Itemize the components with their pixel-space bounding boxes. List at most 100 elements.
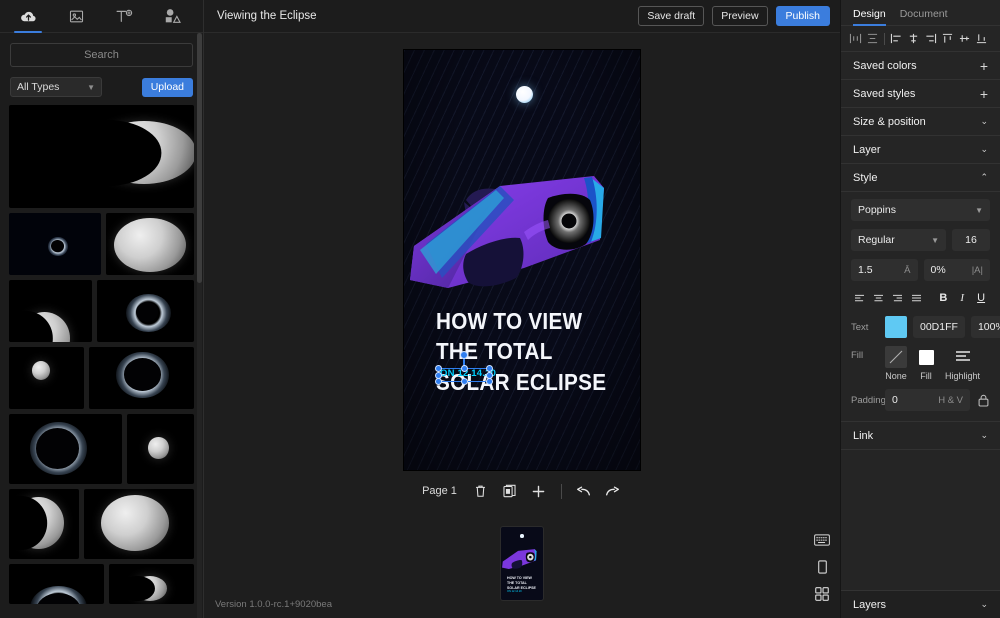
align-bottom-icon[interactable] — [974, 30, 989, 47]
align-left-icon[interactable] — [889, 30, 904, 47]
align-divider — [884, 33, 885, 45]
font-size-input[interactable]: 16 — [952, 229, 990, 251]
preview-button[interactable]: Preview — [712, 6, 767, 26]
text-align-justify-button[interactable] — [908, 289, 926, 307]
media-thumb[interactable] — [97, 280, 194, 342]
line-height-value: 1.5 — [858, 264, 873, 276]
rotate-handle[interactable] — [460, 351, 468, 359]
fill-option-highlight[interactable]: Highlight — [945, 346, 980, 381]
distribute-vertical-icon[interactable] — [865, 30, 880, 47]
fill-option-none[interactable]: None — [885, 346, 907, 381]
top-bar: Viewing the Eclipse Save draft Preview P… — [204, 0, 840, 33]
section-layer[interactable]: Layer ⌄ — [841, 136, 1000, 164]
align-top-icon[interactable] — [940, 30, 955, 47]
section-saved-colors[interactable]: Saved colors + — [841, 52, 1000, 80]
text-align-left-button[interactable] — [851, 289, 869, 307]
media-thumb[interactable] — [127, 414, 194, 484]
add-saved-color-icon[interactable]: + — [980, 59, 988, 73]
media-thumb[interactable] — [89, 347, 194, 409]
align-center-horizontal-icon[interactable] — [906, 30, 921, 47]
media-thumb[interactable] — [9, 105, 194, 208]
tab-design[interactable]: Design — [853, 8, 886, 25]
padding-input[interactable]: 0 H & V — [885, 389, 970, 411]
media-thumb[interactable] — [9, 280, 92, 342]
padding-lock-button[interactable] — [976, 394, 990, 407]
fill-fill-label: Fill — [920, 371, 932, 381]
line-height-input[interactable]: 1.5 Ā — [851, 259, 918, 281]
fill-none-swatch — [885, 346, 907, 368]
media-thumb[interactable] — [106, 213, 194, 275]
align-middle-vertical-icon[interactable] — [957, 30, 972, 47]
font-weight-select[interactable]: Regular ▼ — [851, 229, 946, 251]
media-tab[interactable] — [52, 0, 100, 33]
section-style[interactable]: Style ⌃ — [841, 164, 1000, 192]
media-thumb[interactable] — [9, 564, 104, 604]
layer-label: Layer — [853, 144, 881, 156]
active-tab-underline — [853, 24, 886, 26]
media-thumb[interactable] — [9, 213, 101, 275]
scrollbar-thumb[interactable] — [197, 33, 202, 283]
publish-button[interactable]: Publish — [776, 6, 830, 26]
redo-button[interactable] — [604, 482, 622, 500]
text-tab[interactable] — [100, 0, 148, 33]
section-saved-styles[interactable]: Saved styles + — [841, 80, 1000, 108]
upload-tab[interactable] — [4, 0, 52, 33]
section-layers[interactable]: Layers ⌄ — [841, 590, 1000, 618]
font-family-select[interactable]: Poppins ▼ — [851, 199, 990, 221]
fill-highlight-label: Highlight — [945, 371, 980, 381]
elements-tab[interactable] — [148, 0, 196, 33]
save-draft-button[interactable]: Save draft — [638, 6, 704, 26]
italic-button[interactable]: I — [953, 289, 971, 307]
text-opacity-input[interactable]: 100% — [971, 316, 1000, 338]
text-color-hex-input[interactable]: 00D1FF — [913, 316, 965, 338]
add-saved-style-icon[interactable]: + — [980, 87, 988, 101]
undo-button[interactable] — [575, 482, 593, 500]
align-right-icon[interactable] — [923, 30, 938, 47]
text-align-center-icon — [873, 294, 884, 303]
left-panel-scrollbar[interactable] — [197, 33, 202, 618]
search-input[interactable] — [10, 43, 193, 67]
poster-canvas[interactable]: HOW TO VIEW THE TOTAL SOLAR ECLIPSE ON 1… — [404, 50, 640, 470]
duplicate-page-button[interactable] — [501, 482, 519, 500]
resize-handle-top-left[interactable] — [435, 365, 442, 372]
delete-page-button[interactable] — [472, 482, 490, 500]
resize-handle-top-center[interactable] — [461, 365, 468, 372]
media-thumb[interactable] — [9, 347, 84, 409]
right-panel: Design Document — [840, 0, 1000, 618]
fill-options: None Fill Highligh — [885, 346, 980, 381]
tab-document[interactable]: Document — [900, 8, 948, 25]
view-mode-icons — [814, 532, 830, 602]
text-color-label: Text — [851, 322, 879, 333]
media-thumb[interactable] — [84, 489, 194, 559]
page-thumbnail[interactable]: HOW TO VIEW THE TOTAL SOLAR ECLIPSE ON 1… — [501, 527, 543, 600]
media-thumb[interactable] — [9, 414, 122, 484]
single-page-view-icon[interactable] — [814, 559, 830, 575]
grid-view-icon[interactable] — [814, 586, 830, 602]
distribute-horizontal-icon[interactable] — [848, 30, 863, 47]
add-page-button[interactable] — [530, 482, 548, 500]
selected-text-element[interactable]: ON 12.14.20 — [438, 368, 490, 382]
resize-handle-bottom-center[interactable] — [461, 378, 468, 385]
keyboard-shortcuts-icon[interactable] — [814, 532, 830, 548]
section-link[interactable]: Link ⌄ — [841, 422, 1000, 450]
media-row — [9, 105, 194, 208]
media-thumb[interactable] — [109, 564, 194, 604]
text-color-swatch[interactable] — [885, 316, 907, 338]
underline-button[interactable]: U — [972, 289, 990, 307]
upload-button[interactable]: Upload — [142, 78, 193, 97]
resize-handle-bottom-right[interactable] — [486, 378, 493, 385]
bold-button[interactable]: B — [934, 289, 952, 307]
resize-handle-top-right[interactable] — [486, 365, 493, 372]
media-row — [9, 489, 194, 559]
font-weight-size-row: Regular ▼ 16 — [851, 229, 990, 251]
section-size-position[interactable]: Size & position ⌄ — [841, 108, 1000, 136]
letter-spacing-input[interactable]: 0% |A| — [924, 259, 991, 281]
saved-styles-label: Saved styles — [853, 88, 915, 100]
resize-handle-bottom-left[interactable] — [435, 378, 442, 385]
text-align-center-button[interactable] — [870, 289, 888, 307]
type-filter-select[interactable]: All Types ▼ — [10, 77, 102, 97]
text-align-right-button[interactable] — [889, 289, 907, 307]
fill-option-fill[interactable]: Fill — [915, 346, 937, 381]
padding-row: Padding 0 H & V — [851, 389, 990, 411]
media-thumb[interactable] — [9, 489, 79, 559]
